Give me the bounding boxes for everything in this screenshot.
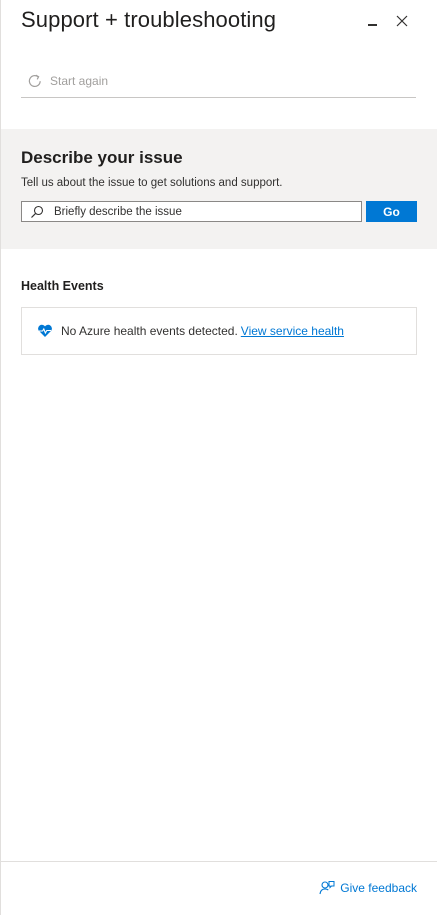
view-service-health-link[interactable]: View service health <box>241 324 344 338</box>
heart-pulse-icon <box>37 324 53 338</box>
go-button[interactable]: Go <box>366 201 417 222</box>
feedback-icon <box>319 881 335 895</box>
panel-title: Support + troubleshooting <box>21 7 277 32</box>
describe-issue-section: Describe your issue Tell us about the is… <box>1 129 437 249</box>
issue-search-input[interactable] <box>54 205 344 218</box>
footer-divider <box>1 861 437 862</box>
give-feedback-button[interactable]: Give feedback <box>319 880 417 896</box>
health-events-title: Health Events <box>21 279 104 293</box>
support-panel: Support + troubleshooting Start again De… <box>0 0 437 915</box>
toolbar-divider <box>21 97 416 98</box>
health-events-card: No Azure health events detected. View se… <box>21 307 417 355</box>
close-button[interactable] <box>393 12 411 30</box>
close-icon <box>396 15 408 27</box>
describe-issue-title: Describe your issue <box>21 148 183 167</box>
panel-header: Support + troubleshooting <box>21 6 417 36</box>
give-feedback-label: Give feedback <box>340 881 417 895</box>
start-again-label: Start again <box>50 74 109 88</box>
search-icon <box>30 205 50 219</box>
start-again-button[interactable]: Start again <box>27 72 108 90</box>
minimize-button[interactable] <box>363 12 381 30</box>
describe-issue-subtitle: Tell us about the issue to get solutions… <box>21 177 283 189</box>
issue-search-box[interactable] <box>21 201 362 222</box>
minimize-icon <box>367 24 377 26</box>
refresh-icon <box>28 74 41 87</box>
health-events-message: No Azure health events detected. <box>61 324 238 338</box>
